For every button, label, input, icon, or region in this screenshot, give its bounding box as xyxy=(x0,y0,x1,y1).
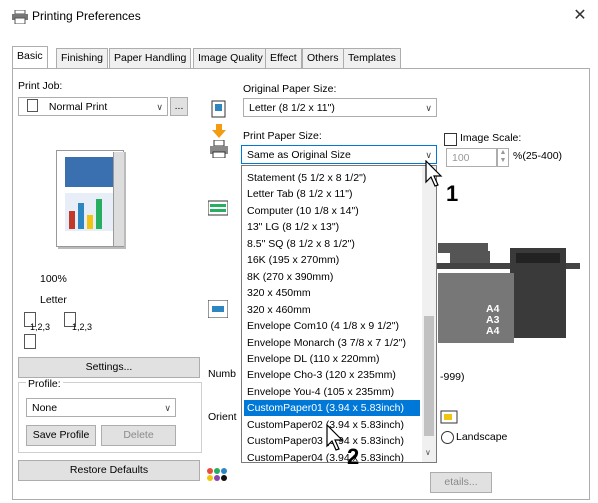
print-size-value: Same as Original Size xyxy=(247,149,351,161)
preview-paper: Letter xyxy=(40,294,67,306)
settings-button[interactable]: Settings... xyxy=(18,357,200,378)
dropdown-item[interactable]: 320 x 460mm xyxy=(244,302,420,318)
scrollbar-thumb[interactable] xyxy=(424,316,434,436)
callout-1: 1 xyxy=(446,181,459,206)
tab-templates[interactable]: Templates xyxy=(343,48,401,68)
dropdown-item[interactable]: 8K (270 x 390mm) xyxy=(244,269,420,285)
image-scale-label: Image Scale: xyxy=(460,132,522,144)
profile-value: None xyxy=(32,402,58,414)
arrow-down-icon xyxy=(212,124,226,138)
tab-image-quality[interactable]: Image Quality xyxy=(193,48,268,68)
dropdown-item[interactable]: Envelope Monarch (3 7/8 x 7 1/2") xyxy=(244,335,420,351)
dropdown-scrollbar[interactable]: ∨ xyxy=(422,166,436,462)
image-scale-input[interactable]: 100 xyxy=(446,148,497,167)
tray-label-a4-2: A4 xyxy=(486,325,500,337)
chevron-down-icon: ∨ xyxy=(425,103,432,113)
orientation-label: Orient xyxy=(208,411,237,423)
copies-range: -999) xyxy=(440,371,465,383)
preview-copy-1: 1,2,3 xyxy=(30,322,51,332)
original-size-select[interactable]: Letter (8 1/2 x 11") ∨ xyxy=(243,98,437,117)
landscape-icon xyxy=(440,410,458,424)
dropdown-item[interactable]: Envelope You-4 (105 x 235mm) xyxy=(244,384,420,400)
tab-others[interactable]: Others xyxy=(302,48,344,68)
original-size-icon xyxy=(211,100,226,118)
dropdown-item[interactable]: Computer (10 1/8 x 14") xyxy=(244,203,420,219)
mfp-image xyxy=(430,243,580,343)
chevron-down-icon: ∨ xyxy=(156,102,163,112)
dropdown-item[interactable]: 8.5" SQ (8 1/2 x 8 1/2") xyxy=(244,236,420,252)
number-of-copies-label: Numb xyxy=(208,368,237,380)
tab-finishing[interactable]: Finishing xyxy=(56,48,109,68)
dropdown-item[interactable]: Envelope Cho-3 (120 x 235mm) xyxy=(244,367,420,383)
tab-effect[interactable]: Effect xyxy=(265,48,302,68)
landscape-radio[interactable] xyxy=(441,431,454,444)
image-scale-value: 100 xyxy=(452,152,470,164)
color-icon xyxy=(207,468,227,481)
cursor-arrow-icon-2 xyxy=(326,424,344,451)
dropdown-item[interactable]: Statement (5 1/2 x 8 1/2") xyxy=(244,170,420,186)
image-scale-range: %(25-400) xyxy=(513,150,563,162)
landscape-label: Landscape xyxy=(456,431,508,443)
preview-copy-2: 1,2,3 xyxy=(72,322,93,332)
document-icon xyxy=(27,99,38,112)
cursor-arrow-icon xyxy=(425,160,443,187)
print-size-dropdown-list[interactable]: CustomPaper04 (3.94 x 5.83inch) CustomPap… xyxy=(241,165,437,463)
restore-defaults-button[interactable]: Restore Defaults xyxy=(18,460,200,481)
dropdown-item-selected[interactable]: CustomPaper01 (3.94 x 5.83inch) xyxy=(244,400,420,417)
page-curl xyxy=(113,152,124,246)
chevron-down-icon: ∨ xyxy=(164,403,171,413)
dropdown-item[interactable]: Letter Tab (8 1/2 x 11") xyxy=(244,186,420,202)
profile-label: Profile: xyxy=(26,378,63,390)
printer-illustration xyxy=(430,243,586,363)
paper-source-icon xyxy=(208,200,228,216)
profile-select[interactable]: None ∨ xyxy=(26,398,176,417)
image-scale-checkbox[interactable] xyxy=(444,133,457,146)
print-job-select[interactable]: Normal Print ∨ xyxy=(18,97,168,116)
print-job-more-button[interactable]: ... xyxy=(170,97,188,116)
print-size-select[interactable]: Same as Original Size ∨ xyxy=(241,145,437,164)
tab-paper-handling[interactable]: Paper Handling xyxy=(109,48,192,68)
delete-button[interactable]: Delete xyxy=(101,425,176,446)
dropdown-item[interactable]: 13" LG (8 1/2 x 13") xyxy=(244,219,420,235)
print-job-label: Print Job: xyxy=(18,80,63,92)
original-size-value: Letter (8 1/2 x 11") xyxy=(249,102,335,114)
print-job-value: Normal Print xyxy=(48,101,108,113)
tab-basic[interactable]: Basic xyxy=(12,46,48,68)
dropdown-item[interactable]: Envelope Com10 (4 1/8 x 9 1/2") xyxy=(244,318,420,334)
print-size-label: Print Paper Size: xyxy=(243,130,322,142)
dropdown-item[interactable]: 16K (195 x 270mm) xyxy=(244,252,420,268)
close-button[interactable]: ✕ xyxy=(568,6,592,26)
printer-icon xyxy=(12,10,28,24)
output-tray-icon xyxy=(208,300,228,318)
callout-2: 2 xyxy=(347,444,360,469)
scroll-down-icon[interactable]: ∨ xyxy=(425,448,431,457)
dropdown-item[interactable]: Envelope DL (110 x 220mm) xyxy=(244,351,420,367)
dropdown-item[interactable]: 320 x 450mm xyxy=(244,285,420,301)
window-title: Printing Preferences xyxy=(32,9,141,23)
print-size-icon xyxy=(210,140,228,158)
page-icon xyxy=(24,334,36,349)
preview-percent: 100% xyxy=(40,273,67,285)
details-button[interactable]: etails... xyxy=(430,472,492,493)
original-size-label: Original Paper Size: xyxy=(243,83,337,95)
save-profile-button[interactable]: Save Profile xyxy=(26,425,96,446)
image-scale-spinner[interactable]: ▲ ▼ xyxy=(497,148,509,167)
